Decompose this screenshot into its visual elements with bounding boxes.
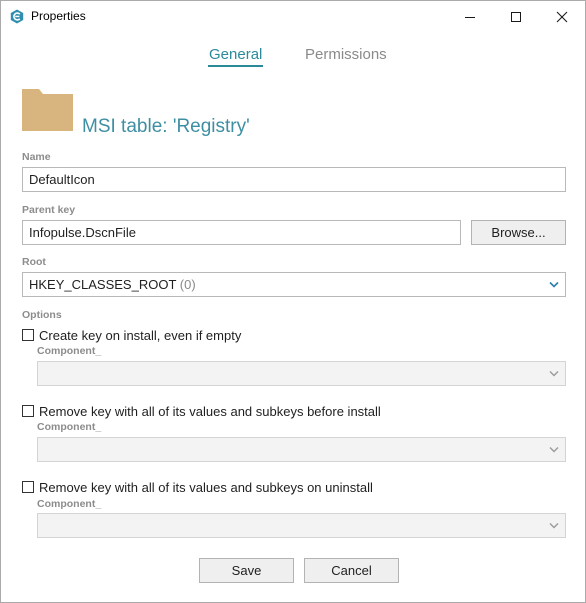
root-label: Root bbox=[22, 256, 46, 268]
component-label: Component_ bbox=[37, 498, 102, 510]
folder-icon bbox=[22, 89, 73, 131]
option-text-emphasis: before install bbox=[307, 403, 381, 419]
maximize-icon bbox=[511, 11, 521, 22]
remove-before-install-text: Remove key with all of its values and su… bbox=[39, 404, 381, 419]
parent-key-label: Parent key bbox=[22, 204, 76, 216]
remove-on-uninstall-checkbox[interactable] bbox=[22, 481, 34, 493]
parent-key-field[interactable]: Infopulse.DscnFile bbox=[22, 220, 461, 245]
option-remove-key-on-uninstall[interactable]: Remove key with all of its values and su… bbox=[22, 479, 373, 495]
save-button[interactable]: Save bbox=[199, 558, 294, 583]
root-value: HKEY_CLASSES_ROOT bbox=[29, 277, 177, 292]
close-icon bbox=[556, 11, 568, 22]
chevron-down-icon bbox=[549, 523, 559, 529]
options-label: Options bbox=[22, 309, 62, 321]
component-label: Component_ bbox=[37, 421, 102, 433]
component-select-3[interactable] bbox=[37, 513, 566, 538]
create-key-text: Create key on install, even if empty bbox=[39, 328, 241, 343]
cancel-button[interactable]: Cancel bbox=[304, 558, 399, 583]
option-text-emphasis: on install bbox=[105, 327, 157, 343]
create-key-checkbox[interactable] bbox=[22, 329, 34, 341]
active-tab-indicator bbox=[208, 65, 263, 67]
option-text-part: Remove key with all of its values and su… bbox=[39, 479, 308, 495]
minimize-button[interactable] bbox=[447, 1, 493, 32]
tab-general[interactable]: General bbox=[209, 46, 262, 63]
component-select-2[interactable] bbox=[37, 437, 566, 462]
root-code: (0) bbox=[179, 277, 196, 292]
component-select-1[interactable] bbox=[37, 361, 566, 386]
page-title: MSI table: 'Registry' bbox=[82, 116, 250, 137]
tab-permissions[interactable]: Permissions bbox=[305, 46, 387, 63]
app-logo-icon bbox=[10, 9, 24, 24]
browse-button[interactable]: Browse... bbox=[471, 220, 566, 245]
chevron-down-icon bbox=[549, 447, 559, 453]
option-text-emphasis: on uninstall bbox=[307, 479, 373, 495]
window-title: Properties bbox=[31, 9, 86, 23]
close-button[interactable] bbox=[539, 1, 585, 32]
component-label: Component_ bbox=[37, 345, 102, 357]
minimize-icon bbox=[465, 16, 475, 18]
chevron-down-icon bbox=[549, 371, 559, 377]
name-label: Name bbox=[22, 151, 51, 163]
properties-window: Properties General Permissions MSI table… bbox=[0, 0, 586, 603]
remove-on-uninstall-text: Remove key with all of its values and su… bbox=[39, 480, 373, 495]
title-bar: Properties bbox=[1, 1, 585, 32]
root-select[interactable]: HKEY_CLASSES_ROOT (0) bbox=[22, 272, 566, 297]
option-text-part: , even if empty bbox=[156, 327, 242, 343]
name-field[interactable]: DefaultIcon bbox=[22, 167, 566, 192]
chevron-down-icon bbox=[549, 281, 559, 288]
option-text-part: Create key bbox=[39, 327, 106, 343]
option-text-part: Remove key with all of its values and su… bbox=[39, 403, 308, 419]
maximize-button[interactable] bbox=[493, 1, 539, 32]
remove-before-install-checkbox[interactable] bbox=[22, 405, 34, 417]
option-create-key-on-install[interactable]: Create key on install, even if empty bbox=[22, 327, 241, 343]
option-remove-key-before-install[interactable]: Remove key with all of its values and su… bbox=[22, 403, 381, 419]
